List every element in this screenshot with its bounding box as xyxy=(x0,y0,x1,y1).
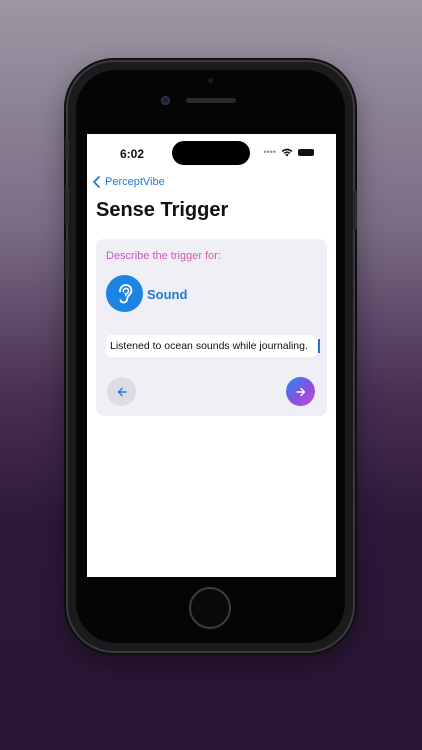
status-time: 6:02 xyxy=(120,147,145,161)
sense-name: Sound xyxy=(147,287,188,302)
arrow-left-icon xyxy=(117,387,127,396)
chevron-left-icon xyxy=(93,176,100,188)
earpiece-speaker xyxy=(186,98,236,103)
power-button xyxy=(353,190,357,230)
app-screen: 6:02 •••• PerceptVibe Sense Trigger Desc… xyxy=(87,134,336,577)
mute-switch xyxy=(65,138,69,160)
front-camera xyxy=(161,96,170,105)
text-cursor xyxy=(318,339,320,353)
trigger-prompt: Describe the trigger for: xyxy=(106,250,221,262)
battery-icon xyxy=(298,149,314,156)
back-label: PerceptVibe xyxy=(105,176,165,188)
sense-badge xyxy=(106,275,143,312)
ear-icon xyxy=(118,283,132,303)
proximity-sensor xyxy=(208,78,213,83)
next-button[interactable] xyxy=(286,377,315,406)
dynamic-island xyxy=(172,141,250,165)
arrow-right-icon xyxy=(295,387,305,396)
previous-button[interactable] xyxy=(107,377,136,406)
home-button[interactable] xyxy=(189,587,231,629)
trigger-card: Describe the trigger for: Sound xyxy=(96,239,327,416)
volume-up-button xyxy=(65,186,69,226)
volume-down-button xyxy=(65,240,69,280)
back-navigation[interactable]: PerceptVibe xyxy=(91,175,165,189)
wifi-icon xyxy=(281,148,293,157)
signal-dots-icon: •••• xyxy=(263,147,276,157)
status-icons: •••• xyxy=(263,148,314,157)
trigger-description-input[interactable] xyxy=(106,335,317,357)
page-title: Sense Trigger xyxy=(96,199,229,221)
